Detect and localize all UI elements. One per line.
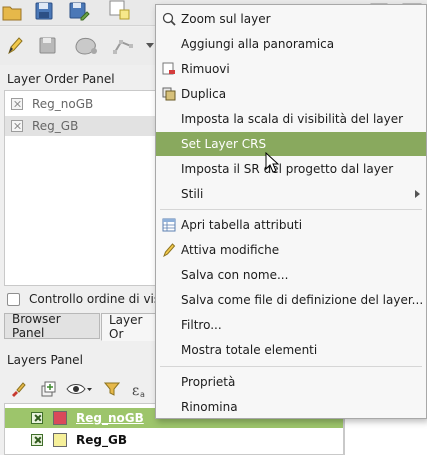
layer-order-item-label: Reg_noGB [32, 97, 94, 111]
vertex-tool-icon[interactable] [112, 36, 136, 56]
eye-visibility-icon[interactable] [66, 382, 92, 396]
menu-item-label: Mostra totale elementi [181, 343, 318, 357]
menu-item-set-scale-visibility[interactable]: Imposta la scala di visibilità del layer [156, 107, 426, 131]
layer-order-item-label: Reg_GB [32, 119, 79, 133]
new-layout-icon[interactable] [108, 0, 132, 22]
menu-item-filter[interactable]: Filtro... [156, 313, 426, 337]
layer-order-panel-title: Layer Order Panel [7, 72, 115, 86]
menu-item-label: Rimuovi [181, 62, 230, 76]
layer-order-list[interactable]: Reg_noGB Reg_GB [4, 90, 164, 286]
menu-item-toggle-editing[interactable]: Attiva modifiche [156, 238, 426, 262]
svg-text:ε: ε [132, 383, 139, 399]
control-order-label: Controllo ordine di visu [29, 292, 168, 306]
menu-item-label: Salva con nome... [181, 268, 289, 282]
tab-layer-order[interactable]: Layer Or [101, 313, 161, 341]
menu-item-zoom-to-layer[interactable]: Zoom sul layer [156, 7, 426, 31]
menu-item-label: Filtro... [181, 318, 222, 332]
duplicate-icon [162, 87, 176, 101]
table-row[interactable]: Reg_GB [5, 430, 343, 450]
menu-item-show-feature-count[interactable]: Mostra totale elementi [156, 338, 426, 362]
menu-item-styles[interactable]: Stili [156, 182, 426, 206]
filter-icon[interactable] [104, 381, 120, 397]
tab-browser-panel[interactable]: Browser Panel [4, 312, 100, 340]
pencil-edit-icon[interactable] [6, 36, 24, 56]
menu-item-label: Aggiungi alla panoramica [181, 37, 335, 51]
checkbox-icon[interactable] [11, 120, 23, 132]
menu-separator [160, 209, 422, 210]
layer-symbol-swatch [53, 411, 67, 425]
menu-item-save-layer-definition[interactable]: Salva come file di definizione del layer… [156, 288, 426, 312]
tab-label: Layer Or [109, 313, 143, 341]
layers-panel-title: Layers Panel [7, 353, 83, 367]
menu-separator [160, 366, 422, 367]
save-edits-icon[interactable] [38, 36, 60, 56]
checkbox-icon[interactable] [11, 98, 23, 110]
layer-visibility-checkbox[interactable] [31, 434, 43, 446]
expression-filter-icon[interactable]: ε a [130, 381, 150, 399]
save-project-icon[interactable] [34, 1, 54, 21]
layers-panel-toolbar: ε a [8, 378, 158, 400]
menu-item-label: Imposta il SR del progetto dal layer [181, 162, 394, 176]
menu-item-label: Proprietà [181, 375, 236, 389]
edit-toolbar [0, 27, 160, 65]
menu-item-label: Duplica [181, 87, 227, 101]
layer-name[interactable]: Reg_GB [76, 433, 127, 447]
layer-visibility-checkbox[interactable] [31, 412, 43, 424]
menu-item-label: Salva come file di definizione del layer… [181, 293, 424, 307]
menu-item-label: Set Layer CRS [181, 137, 267, 151]
mouse-cursor-icon [265, 152, 279, 173]
menu-item-properties[interactable]: Proprietà [156, 370, 426, 394]
zoom-icon [162, 12, 176, 26]
table-icon [162, 218, 176, 232]
layer-name[interactable]: Reg_noGB [76, 411, 144, 425]
menu-item-label: Apri tabella attributi [181, 218, 303, 232]
add-feature-icon[interactable] [74, 35, 100, 57]
menu-item-set-layer-crs[interactable]: Set Layer CRS [156, 132, 426, 156]
menu-item-label: Attiva modifiche [181, 243, 280, 257]
list-item[interactable]: Reg_noGB [11, 94, 161, 114]
menu-item-set-project-crs[interactable]: Imposta il SR del progetto dal layer [156, 157, 426, 181]
pencil-icon [163, 243, 176, 257]
control-order-checkbox[interactable] [7, 292, 20, 306]
menu-item-save-as[interactable]: Salva con nome... [156, 263, 426, 287]
menu-item-open-attribute-table[interactable]: Apri tabella attributi [156, 213, 426, 237]
menu-item-label: Stili [181, 187, 204, 201]
menu-item-label: Rinomina [181, 400, 238, 414]
add-group-icon[interactable] [40, 380, 56, 398]
menu-item-label: Zoom sul layer [181, 12, 271, 26]
svg-text:a: a [140, 390, 145, 399]
control-order-option[interactable]: Controllo ordine di visu [7, 292, 168, 306]
save-as-icon[interactable] [68, 1, 90, 23]
tab-label: Browser Panel [12, 312, 61, 340]
menu-item-label: Imposta la scala di visibilità del layer [181, 112, 404, 126]
layer-context-menu: Zoom sul layer Aggiungi alla panoramica … [155, 4, 427, 419]
menu-item-remove[interactable]: Rimuovi [156, 57, 426, 81]
style-brush-icon[interactable] [10, 381, 26, 397]
remove-layer-icon [162, 62, 175, 75]
open-project-icon[interactable] [2, 2, 22, 22]
submenu-arrow-icon [415, 190, 420, 198]
menu-item-add-to-overview[interactable]: Aggiungi alla panoramica [156, 32, 426, 56]
menu-item-rename[interactable]: Rinomina [156, 395, 426, 419]
list-item[interactable]: Reg_GB [5, 116, 163, 136]
menu-item-duplicate[interactable]: Duplica [156, 82, 426, 106]
layer-symbol-swatch [53, 433, 67, 447]
dropdown-arrow-icon[interactable] [146, 43, 154, 49]
